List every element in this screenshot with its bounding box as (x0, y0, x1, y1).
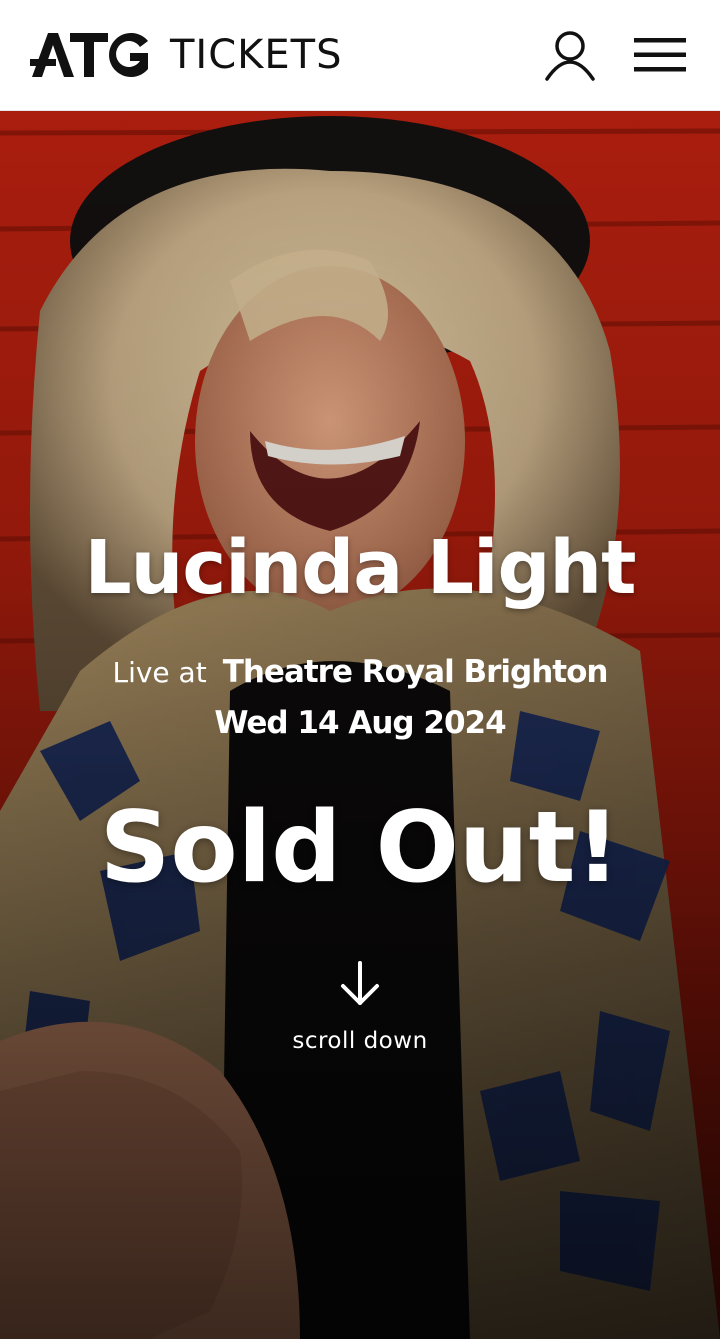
sold-out-status: Sold Out! (99, 791, 621, 905)
event-hero: Lucinda Light Live at Theatre Royal Brig… (0, 111, 720, 1339)
atg-logo (30, 29, 150, 81)
scroll-down-button[interactable]: scroll down (260, 961, 460, 1054)
menu-icon[interactable] (634, 35, 686, 75)
arrow-down-icon (340, 961, 380, 1012)
site-header: TICKETS (0, 0, 720, 111)
venue-name: Theatre Royal Brighton (222, 654, 609, 690)
atg-tickets-home-link[interactable]: TICKETS (30, 29, 343, 81)
event-info: Lucinda Light Live at Theatre Royal Brig… (0, 111, 720, 1339)
venue-line: Live at Theatre Royal Brighton (0, 654, 720, 690)
live-at-label: Live at (112, 656, 207, 689)
scroll-down-label: scroll down (292, 1028, 428, 1054)
event-date: Wed 14 Aug 2024 (214, 705, 506, 741)
tickets-label: TICKETS (170, 32, 343, 78)
artist-title: Lucinda Light (84, 525, 637, 611)
account-icon[interactable] (544, 29, 596, 81)
